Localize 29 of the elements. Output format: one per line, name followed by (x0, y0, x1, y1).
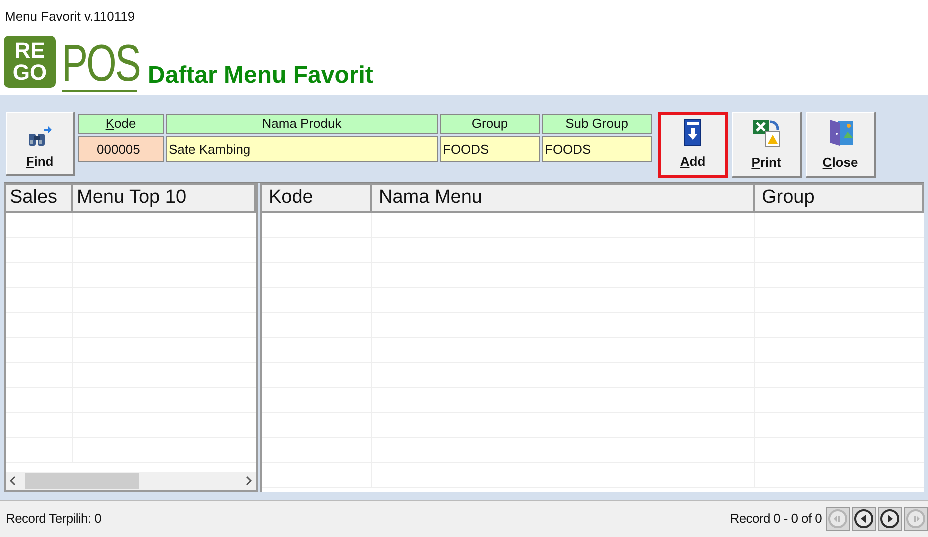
print-button[interactable]: Print (732, 112, 802, 178)
scroll-left-icon[interactable] (9, 476, 17, 486)
column-header[interactable]: Sales (6, 185, 73, 211)
close-button[interactable]: Close (806, 112, 876, 178)
text-field[interactable]: FOODS (542, 136, 652, 162)
text-field[interactable]: 000005 (78, 136, 164, 162)
selected-count: Record Terpilih: 0 (6, 510, 102, 528)
binoculars-icon (28, 126, 52, 148)
spreadsheet-export-icon (752, 118, 782, 148)
field-label: Group (440, 114, 540, 134)
text-field[interactable]: Sate Kambing (166, 136, 438, 162)
column-header[interactable]: Menu Top 10 (73, 185, 256, 211)
logo-mark: RE GO (4, 36, 56, 88)
field-label: Nama Produk (166, 114, 438, 134)
field-label: Sub Group (542, 114, 652, 134)
field-label: Kode (78, 114, 164, 134)
column-header[interactable]: Group (755, 185, 924, 211)
add-button[interactable]: Add (658, 112, 728, 178)
page-heading: Daftar Menu Favorit (148, 62, 374, 90)
nav-button[interactable] (878, 507, 902, 531)
record-count: Record 0 - 0 of 0 (730, 510, 822, 528)
column-header[interactable]: Nama Menu (372, 185, 755, 211)
horizontal-scrollbar[interactable] (6, 472, 256, 490)
column-header[interactable]: Kode (262, 185, 372, 211)
scroll-right-icon[interactable] (245, 476, 253, 486)
find-button[interactable]: Find (6, 112, 75, 176)
nav-button[interactable] (852, 507, 876, 531)
text-field[interactable]: FOODS (440, 136, 540, 162)
window-title: Menu Favorit v.110119 (5, 9, 136, 24)
